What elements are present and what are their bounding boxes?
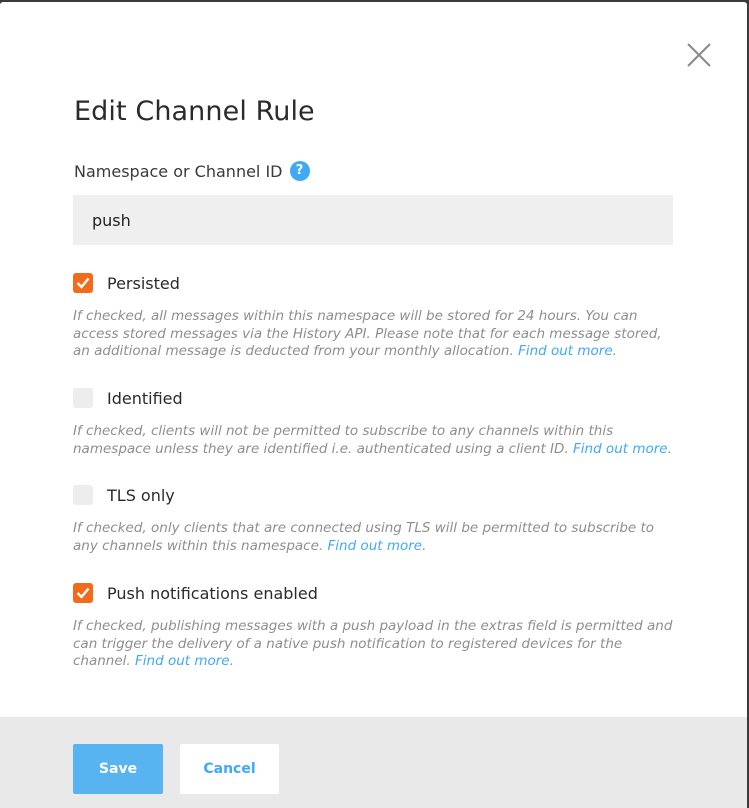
persisted-find-out-more-link[interactable]: Find out more	[518, 343, 613, 359]
tls-only-description: If checked, only clients that are connec…	[73, 520, 655, 554]
namespace-input[interactable]	[73, 195, 673, 245]
option-persisted: Persisted If checked, all messages withi…	[73, 272, 683, 361]
help-icon[interactable]: ?	[289, 161, 310, 181]
option-push-notifications: Push notifications enabled If checked, p…	[73, 582, 683, 671]
tls-only-find-out-more-link[interactable]: Find out more	[328, 538, 423, 554]
close-button[interactable]	[686, 42, 712, 68]
dialog-title: Edit Channel Rule	[74, 96, 315, 127]
persisted-description: If checked, all messages within this nam…	[73, 308, 662, 359]
option-identified: Identified If checked, clients will not …	[73, 387, 683, 458]
identified-description: If checked, clients will not be permitte…	[73, 423, 672, 457]
cancel-button[interactable]: Cancel	[180, 744, 279, 794]
edit-channel-rule-dialog: Edit Channel Rule Namespace or Channel I…	[0, 2, 747, 808]
namespace-label: Namespace or Channel ID	[74, 161, 283, 181]
persisted-checkbox[interactable]	[73, 273, 93, 293]
tls-only-label: TLS only	[107, 485, 175, 505]
push-notifications-description: If checked, publishing messages with a p…	[73, 618, 673, 669]
push-notifications-label: Push notifications enabled	[107, 583, 318, 603]
checkmark-icon	[76, 587, 90, 599]
tls-only-checkbox[interactable]	[73, 485, 93, 505]
checkmark-icon	[76, 277, 90, 289]
persisted-label: Persisted	[107, 273, 180, 293]
identified-label: Identified	[107, 388, 183, 408]
identified-find-out-more-link[interactable]: Find out more	[573, 441, 668, 457]
identified-checkbox[interactable]	[73, 388, 93, 408]
namespace-label-row: Namespace or Channel ID ?	[74, 161, 310, 181]
save-button[interactable]: Save	[73, 744, 163, 794]
push-notifications-find-out-more-link[interactable]: Find out more	[135, 653, 230, 669]
push-notifications-checkbox[interactable]	[73, 583, 93, 603]
close-icon	[687, 43, 711, 67]
dialog-footer: Save Cancel	[0, 717, 747, 808]
option-tls-only: TLS only If checked, only clients that a…	[73, 484, 683, 555]
